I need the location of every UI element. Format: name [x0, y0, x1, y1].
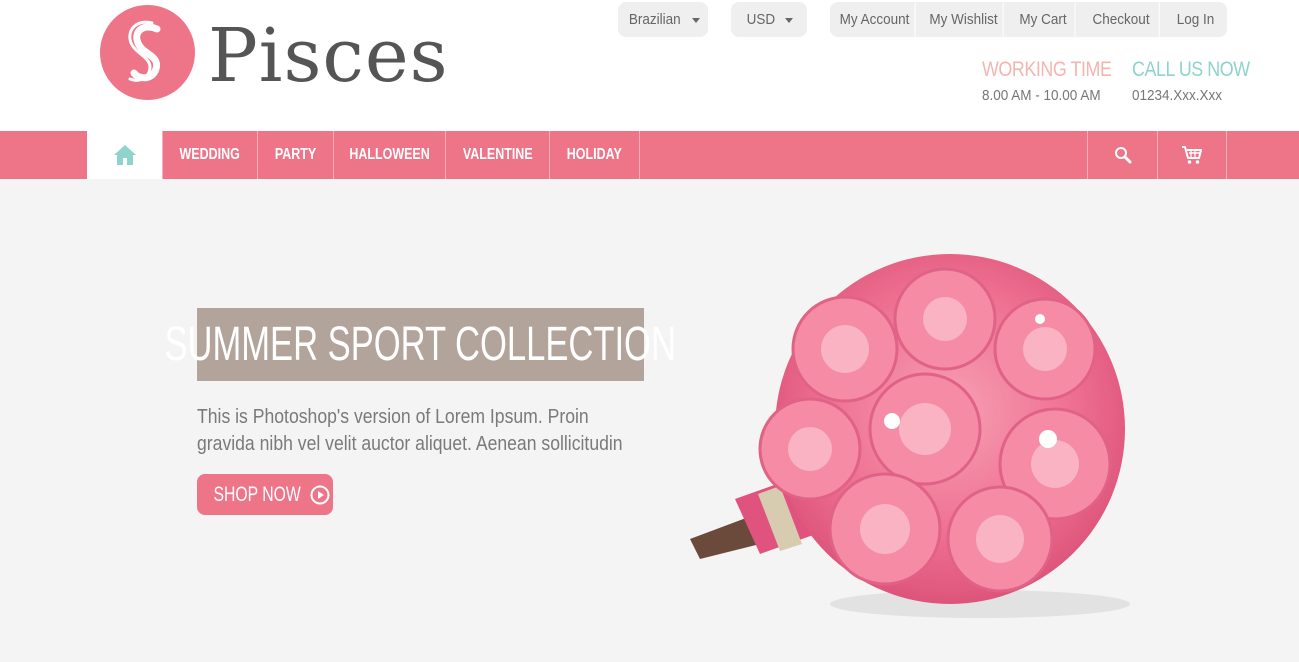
working-time: WORKING TIME 8.00 AM - 10.00 AM	[982, 58, 1134, 104]
login-link[interactable]: Log In	[1167, 2, 1224, 37]
call-us: CALL US NOW 01234.Xxx.Xxx	[1132, 58, 1270, 104]
nav-item-label: VALENTINE	[462, 146, 533, 163]
brand-name[interactable]: Pisces	[208, 12, 449, 100]
chevron-down-icon	[691, 17, 700, 23]
nav-item-wedding[interactable]: WEDDING	[162, 131, 258, 179]
working-time-label: WORKING TIME	[982, 58, 1112, 81]
home-icon	[113, 145, 136, 165]
call-us-label: CALL US NOW	[1132, 58, 1250, 81]
account-links: My Account My Wishlist My Cart Checkout …	[830, 2, 1227, 37]
nav-item-holiday[interactable]: HOLIDAY	[550, 131, 640, 179]
main-nav: WEDDING PARTY HALLOWEEN VALENTINE HOLIDA…	[0, 131, 1299, 179]
currency-select[interactable]: USD	[731, 2, 807, 37]
nav-item-label: PARTY	[274, 146, 317, 163]
site-header: Pisces Brazilian USD My Account My Wishl…	[0, 0, 1299, 131]
nav-home[interactable]	[87, 131, 162, 179]
shop-now-label: SHOP NOW	[213, 482, 301, 506]
hero-description: This is Photoshop's version of Lorem Ips…	[197, 406, 623, 455]
call-us-value: 01234.Xxx.Xxx	[1132, 87, 1223, 104]
chevron-down-icon	[784, 17, 793, 23]
rose-bouquet-image	[690, 254, 1130, 618]
nav-item-label: HALLOWEEN	[349, 146, 430, 163]
my-cart-link[interactable]: My Cart	[1012, 2, 1076, 37]
language-select[interactable]: Brazilian	[618, 2, 708, 37]
my-account-link[interactable]: My Account	[835, 2, 916, 37]
working-time-value: 8.00 AM - 10.00 AM	[982, 87, 1101, 104]
nav-item-halloween[interactable]: HALLOWEEN	[334, 131, 446, 179]
currency-select-value: USD	[746, 11, 776, 28]
nav-item-label: HOLIDAY	[566, 146, 623, 163]
search-button[interactable]	[1087, 131, 1157, 179]
nav-item-label: WEDDING	[179, 146, 241, 163]
logo-icon[interactable]	[100, 5, 195, 100]
cart-button[interactable]	[1157, 131, 1227, 179]
cart-icon	[1182, 146, 1202, 164]
nav-item-valentine[interactable]: VALENTINE	[446, 131, 550, 179]
checkout-link[interactable]: Checkout	[1083, 2, 1160, 37]
play-circle-icon	[310, 485, 330, 504]
hero-title-box: SUMMER SPORT COLLECTION	[165, 308, 676, 381]
my-wishlist-link[interactable]: My Wishlist	[924, 2, 1004, 37]
search-icon	[1114, 147, 1131, 164]
hero-banner: SUMMER SPORT COLLECTION This is Photosho…	[0, 179, 1299, 662]
nav-item-party[interactable]: PARTY	[258, 131, 334, 179]
shop-now-button[interactable]: SHOP NOW	[197, 474, 333, 515]
hero-title: SUMMER SPORT COLLECTION	[164, 318, 677, 371]
language-select-value: Brazilian	[629, 11, 681, 28]
